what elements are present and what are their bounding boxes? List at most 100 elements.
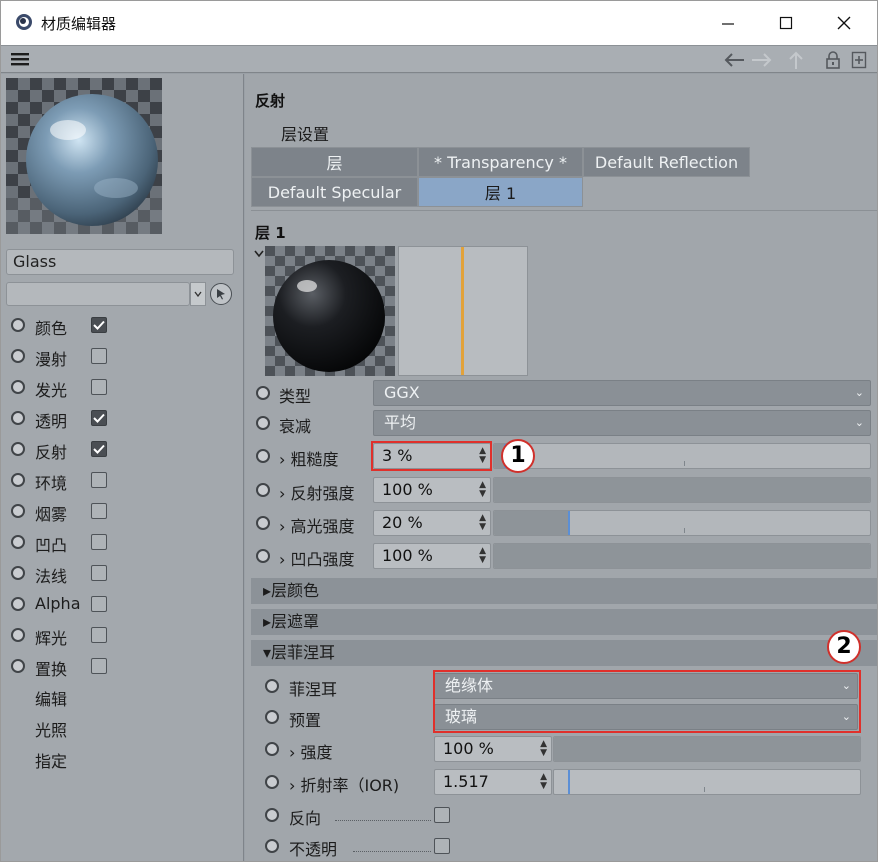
channel-item[interactable]: 置换 (1, 651, 241, 681)
forward-button[interactable] (749, 49, 775, 71)
material-name-field[interactable]: Glass (6, 249, 234, 275)
channel-checkbox[interactable] (91, 596, 107, 612)
animate-radio[interactable] (11, 659, 25, 673)
animate-radio[interactable] (265, 710, 279, 724)
ior-field[interactable]: 1.517 ▲ ▼ (434, 769, 552, 795)
back-button[interactable] (721, 49, 747, 71)
ior-slider[interactable] (553, 769, 861, 795)
channel-item[interactable]: 辉光 (1, 620, 241, 650)
layer-tab-layers[interactable]: 层 (251, 147, 418, 177)
material-selector-dropdown[interactable] (190, 282, 206, 306)
animate-radio[interactable] (11, 380, 25, 394)
reflection-strength-slider[interactable] (493, 477, 871, 503)
animate-radio[interactable] (11, 566, 25, 580)
animate-radio[interactable] (256, 386, 270, 400)
channel-checkbox[interactable] (91, 627, 107, 643)
channel-label: 颜色 (35, 319, 68, 338)
specular-strength-field[interactable]: 20 % ▲ ▼ (373, 510, 491, 536)
animate-radio[interactable] (11, 597, 25, 611)
slider-tick (684, 528, 685, 533)
minimize-button[interactable] (705, 5, 751, 41)
animate-radio[interactable] (256, 483, 270, 497)
layer-tab-transparency[interactable]: * Transparency * (418, 147, 583, 177)
channel-item[interactable]: 颜色 (1, 310, 241, 340)
channel-checkbox[interactable] (91, 565, 107, 581)
channel-checkbox[interactable] (91, 317, 107, 333)
animate-radio[interactable] (11, 442, 25, 456)
channel-label: 凹凸 (35, 536, 68, 555)
channel-checkbox[interactable] (91, 379, 107, 395)
new-window-button[interactable] (849, 49, 869, 71)
channel-item[interactable]: 凹凸 (1, 527, 241, 557)
roughness-slider[interactable] (493, 443, 871, 469)
close-button[interactable] (821, 5, 867, 41)
spinner-icon[interactable]: ▲ ▼ (540, 740, 547, 758)
channel-item[interactable]: 透明 (1, 403, 241, 433)
material-preview[interactable] (6, 78, 162, 234)
animate-radio[interactable] (11, 349, 25, 363)
channel-label: 置换 (35, 660, 68, 679)
animate-radio[interactable] (256, 449, 270, 463)
animate-radio[interactable] (11, 535, 25, 549)
specular-strength-slider[interactable] (493, 510, 871, 536)
animate-radio[interactable] (265, 808, 279, 822)
channel-item[interactable]: 环境 (1, 465, 241, 495)
channel-checkbox[interactable] (91, 441, 107, 457)
bump-strength-slider[interactable] (493, 543, 871, 569)
fresnel-strength-field[interactable]: 100 % ▲ ▼ (434, 736, 552, 762)
attenuation-dropdown[interactable]: 平均 ⌄ (373, 410, 871, 436)
type-dropdown[interactable]: GGX ⌄ (373, 380, 871, 406)
channel-item-edit[interactable]: 编辑 (35, 686, 67, 710)
lock-button[interactable] (823, 49, 843, 71)
spinner-icon[interactable]: ▲ ▼ (479, 547, 486, 565)
animate-radio[interactable] (11, 473, 25, 487)
maximize-button[interactable] (763, 5, 809, 41)
collapse-chevron-icon[interactable] (254, 250, 264, 258)
channel-item-illumination[interactable]: 光照 (35, 717, 67, 741)
bump-strength-field[interactable]: 100 % ▲ ▼ (373, 543, 491, 569)
animate-radio[interactable] (11, 628, 25, 642)
spinner-icon[interactable]: ▲ ▼ (540, 773, 547, 791)
opaque-checkbox[interactable] (434, 838, 450, 854)
animate-radio[interactable] (256, 416, 270, 430)
invert-checkbox[interactable] (434, 807, 450, 823)
channel-item[interactable]: 烟雾 (1, 496, 241, 526)
fresnel-strength-slider[interactable] (553, 736, 861, 762)
channel-item[interactable]: 漫射 (1, 341, 241, 371)
hamburger-menu-icon[interactable] (11, 52, 29, 66)
animate-radio[interactable] (265, 742, 279, 756)
fold-layer-mask[interactable]: ▸层遮罩 (251, 609, 877, 635)
animate-radio[interactable] (256, 516, 270, 530)
layer-title: 层 1 (255, 224, 286, 242)
channel-checkbox[interactable] (91, 410, 107, 426)
animate-radio[interactable] (11, 504, 25, 518)
prop-specular-strength: › 高光强度 20 % ▲ ▼ (245, 508, 877, 538)
animate-radio[interactable] (265, 679, 279, 693)
fold-layer-fresnel[interactable]: ▾层菲涅耳 (251, 640, 877, 666)
channel-item[interactable]: 发光 (1, 372, 241, 402)
up-button[interactable] (785, 49, 807, 71)
channel-checkbox[interactable] (91, 503, 107, 519)
animate-radio[interactable] (256, 549, 270, 563)
channel-checkbox[interactable] (91, 472, 107, 488)
channel-item[interactable]: 反射 (1, 434, 241, 464)
channel-item[interactable]: 法线 (1, 558, 241, 588)
spinner-icon[interactable]: ▲ ▼ (479, 514, 486, 532)
channel-checkbox[interactable] (91, 534, 107, 550)
layer-tab-default-reflection[interactable]: Default Reflection (583, 147, 750, 177)
layer-tab-layer-1[interactable]: 层 1 (418, 177, 583, 207)
channel-checkbox[interactable] (91, 658, 107, 674)
animate-radio[interactable] (11, 411, 25, 425)
layer-tab-default-specular[interactable]: Default Specular (251, 177, 418, 207)
pick-material-button[interactable] (210, 283, 232, 305)
channel-item-assign[interactable]: 指定 (35, 748, 67, 772)
channel-item[interactable]: Alpha (1, 589, 241, 619)
spinner-icon[interactable]: ▲ ▼ (479, 481, 486, 499)
fold-layer-color[interactable]: ▸层颜色 (251, 578, 877, 604)
animate-radio[interactable] (265, 839, 279, 853)
material-selector[interactable] (6, 282, 190, 306)
channel-checkbox[interactable] (91, 348, 107, 364)
reflection-strength-field[interactable]: 100 % ▲ ▼ (373, 477, 491, 503)
animate-radio[interactable] (265, 775, 279, 789)
animate-radio[interactable] (11, 318, 25, 332)
